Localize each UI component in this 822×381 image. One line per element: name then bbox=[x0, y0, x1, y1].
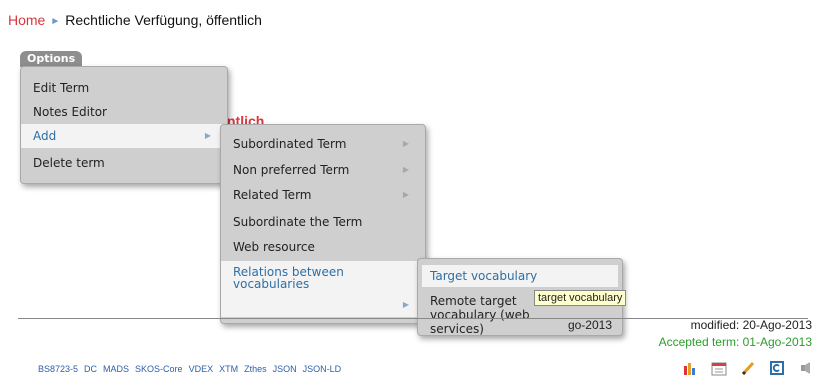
menu-item-web-resource[interactable]: Web resource bbox=[221, 235, 425, 259]
created-date-fragment: go-2013 bbox=[567, 318, 612, 332]
menu-item-label: Subordinated Term bbox=[233, 137, 347, 151]
breadcrumb-current: Rechtliche Verfügung, öffentlich bbox=[65, 12, 262, 28]
pencil-icon[interactable] bbox=[740, 360, 756, 376]
submenu-arrow-icon: ▶ bbox=[402, 165, 409, 174]
menu-item-label: Target vocabulary bbox=[430, 269, 538, 283]
format-link-mads[interactable]: MADS bbox=[103, 364, 129, 374]
format-link-zthes[interactable]: Zthes bbox=[244, 364, 267, 374]
copy-icon[interactable] bbox=[769, 360, 785, 376]
menu-item-target-vocabulary[interactable]: Target vocabulary bbox=[422, 265, 618, 287]
chart-icon[interactable] bbox=[682, 360, 698, 376]
options-button[interactable]: Options bbox=[20, 51, 83, 67]
submenu-arrow-icon: ▶ bbox=[402, 190, 409, 199]
menu-item-add[interactable]: Add ▶ bbox=[21, 124, 227, 148]
format-link-bs8723[interactable]: BS8723-5 bbox=[38, 364, 78, 374]
menu-item-label: Notes Editor bbox=[33, 105, 107, 119]
format-link-jsonld[interactable]: JSON-LD bbox=[303, 364, 342, 374]
format-link-xtm[interactable]: XTM bbox=[219, 364, 238, 374]
menu-item-related-term[interactable]: Related Term ▶ bbox=[221, 183, 425, 207]
tooltip: target vocabulary bbox=[534, 290, 627, 306]
menu-item-label: Subordinate the Term bbox=[233, 215, 363, 229]
term-dates: go-2013 modified: 20-Ago-2013 bbox=[392, 318, 812, 334]
format-link-vdex[interactable]: VDEX bbox=[189, 364, 214, 374]
menu-item-notes-editor[interactable]: Notes Editor bbox=[21, 100, 227, 124]
menu-item-label: Delete term bbox=[33, 156, 105, 170]
menu-item-label: Edit Term bbox=[33, 81, 90, 95]
menu-item-non-preferred-term[interactable]: Non preferred Term ▶ bbox=[221, 158, 425, 182]
sound-icon[interactable] bbox=[798, 360, 814, 376]
menu-item-label: Add bbox=[33, 129, 57, 143]
format-link-skos[interactable]: SKOS-Core bbox=[135, 364, 183, 374]
menu-item-subordinated-term[interactable]: Subordinated Term ▶ bbox=[221, 132, 425, 156]
footer-icons bbox=[682, 360, 814, 376]
calendar-icon[interactable] bbox=[711, 360, 727, 376]
menu-item-label: Non preferred Term bbox=[233, 163, 350, 177]
menu-item-edit-term[interactable]: Edit Term bbox=[21, 76, 227, 100]
menu-item-subordinate-the-term[interactable]: Subordinate the Term bbox=[221, 210, 425, 234]
accepted-date: Accepted term: 01-Ago-2013 bbox=[658, 335, 812, 349]
options-menu: Edit Term Notes Editor Add ▶ Delete term bbox=[20, 66, 228, 184]
menu-item-label: Relations between vocabularies bbox=[233, 265, 344, 291]
submenu-arrow-icon: ▶ bbox=[402, 300, 409, 309]
add-submenu: Subordinated Term ▶ Non preferred Term ▶ R… bbox=[220, 124, 426, 324]
breadcrumb-home-link[interactable]: Home bbox=[8, 12, 45, 28]
modified-date: modified: 20-Ago-2013 bbox=[690, 318, 812, 332]
menu-item-label: Web resource bbox=[233, 240, 315, 254]
menu-item-relations-between-vocabularies[interactable]: Relations between vocabularies ▶ bbox=[221, 261, 425, 317]
menu-item-delete-term[interactable]: Delete term bbox=[21, 151, 227, 175]
submenu-arrow-icon: ▶ bbox=[204, 131, 211, 140]
menu-item-label: Related Term bbox=[233, 188, 312, 202]
breadcrumb-separator-icon: ► bbox=[50, 16, 61, 27]
breadcrumb: Home ► Rechtliche Verfügung, öffentlich bbox=[8, 12, 262, 28]
format-link-dc[interactable]: DC bbox=[84, 364, 97, 374]
submenu-arrow-icon: ▶ bbox=[402, 139, 409, 148]
format-link-json[interactable]: JSON bbox=[273, 364, 297, 374]
export-formats: BS8723-5 DC MADS SKOS-Core VDEX XTM Zthes JSON J… bbox=[38, 364, 347, 374]
